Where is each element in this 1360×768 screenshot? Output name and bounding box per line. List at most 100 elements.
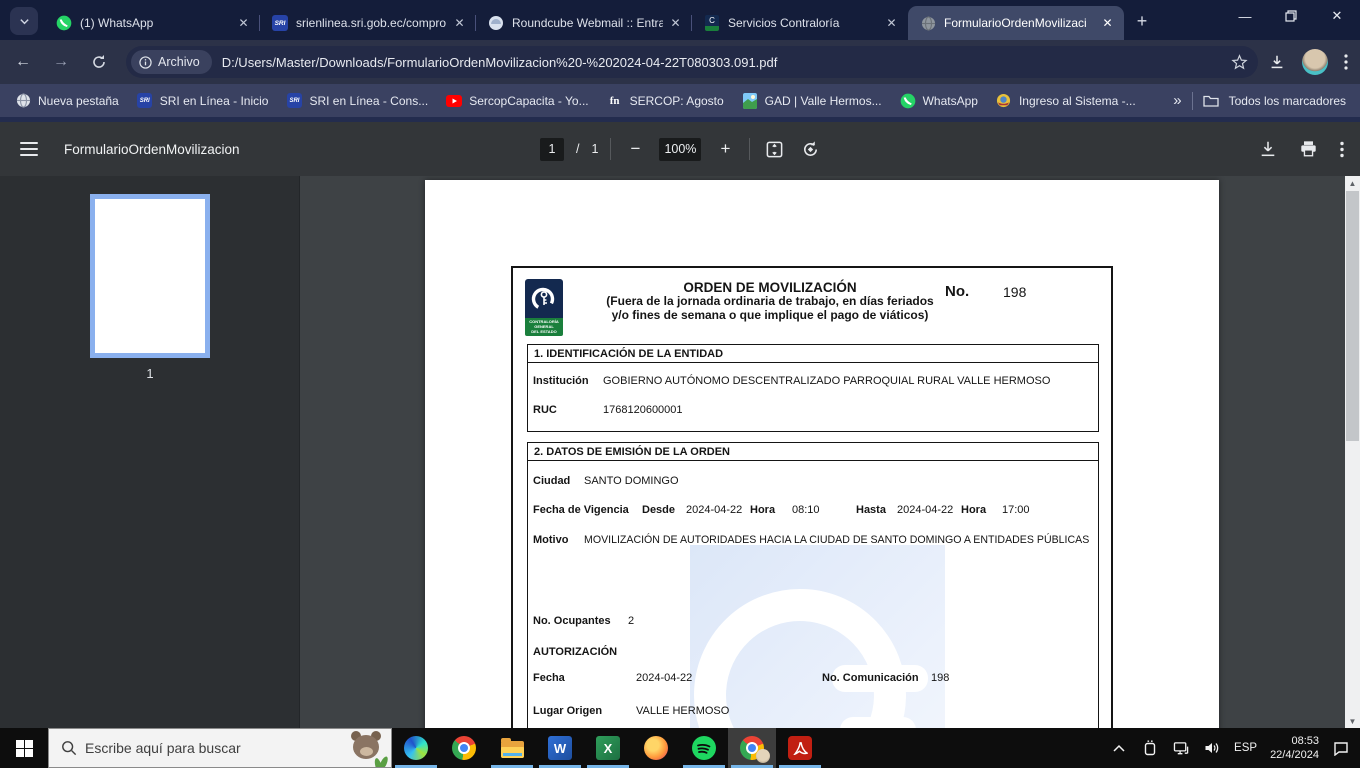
taskbar-search[interactable] bbox=[48, 728, 392, 768]
taskbar-acrobat[interactable] bbox=[776, 728, 824, 768]
bookmark-sri-consultas[interactable]: SRI SRI en Línea - Cons... bbox=[277, 89, 437, 113]
new-tab-button[interactable]: + bbox=[1128, 7, 1156, 35]
scrollbar-thumb[interactable] bbox=[1346, 191, 1359, 441]
pdf-more-icon[interactable] bbox=[1340, 141, 1344, 158]
tab-label: (1) WhatsApp bbox=[80, 16, 154, 30]
downloads-icon[interactable] bbox=[1268, 53, 1286, 71]
tab-close-icon[interactable]: ✕ bbox=[451, 15, 468, 32]
tab-whatsapp[interactable]: (1) WhatsApp ✕ bbox=[44, 6, 260, 40]
file-scheme-chip[interactable]: Archivo bbox=[131, 50, 212, 74]
taskbar-edge[interactable] bbox=[392, 728, 440, 768]
pdf-print-icon[interactable] bbox=[1299, 140, 1318, 158]
pdf-page: CONTRALORÍA GENERAL DEL ESTADO ORDEN DE … bbox=[425, 180, 1219, 728]
bookmark-whatsapp[interactable]: WhatsApp bbox=[891, 89, 987, 113]
vigencia-label: Fecha de Vigencia bbox=[533, 504, 629, 516]
scroll-down-arrow[interactable]: ▼ bbox=[1345, 714, 1360, 728]
ciudad-value: SANTO DOMINGO bbox=[584, 475, 679, 487]
taskbar-file-explorer[interactable] bbox=[488, 728, 536, 768]
bookmark-label: SercopCapacita - Yo... bbox=[469, 93, 589, 108]
forward-button[interactable]: → bbox=[46, 47, 76, 77]
taskbar-firefox[interactable] bbox=[632, 728, 680, 768]
windows-taskbar: W X bbox=[0, 728, 1360, 768]
form-number-label: No. bbox=[945, 283, 970, 300]
bookmark-nueva-pestana[interactable]: Nueva pestaña bbox=[6, 89, 128, 113]
ruc-label: RUC bbox=[533, 404, 557, 416]
pdf-right-controls bbox=[1259, 122, 1344, 176]
tab-formulario-active[interactable]: FormularioOrdenMovilizaci ✕ bbox=[908, 6, 1124, 40]
back-button[interactable]: ← bbox=[8, 47, 38, 77]
tab-search-button[interactable] bbox=[10, 7, 38, 35]
pdf-center-controls: 1 / 1 − 100% + bbox=[540, 122, 822, 176]
hora1-value: 08:10 bbox=[792, 504, 820, 516]
tab-close-icon[interactable]: ✕ bbox=[235, 15, 252, 32]
tab-close-icon[interactable]: ✕ bbox=[667, 15, 684, 32]
bookmarks-bar: Nueva pestaña SRI SRI en Línea - Inicio … bbox=[0, 84, 1360, 117]
tab-close-icon[interactable]: ✕ bbox=[883, 15, 900, 32]
start-button[interactable] bbox=[0, 728, 48, 768]
pdf-menu-icon[interactable] bbox=[20, 142, 38, 156]
taskbar-apps: W X bbox=[392, 728, 824, 768]
tray-date: 22/4/2024 bbox=[1270, 749, 1319, 761]
tab-roundcube[interactable]: Roundcube Webmail :: Entra ✕ bbox=[476, 6, 692, 40]
roundcube-icon bbox=[488, 15, 504, 31]
tray-device-icon[interactable] bbox=[1141, 739, 1159, 757]
hora2-value: 17:00 bbox=[1002, 504, 1030, 516]
notification-center-icon[interactable] bbox=[1332, 739, 1350, 757]
minimize-button[interactable]: — bbox=[1222, 0, 1268, 32]
taskbar-chrome-active[interactable] bbox=[728, 728, 776, 768]
reload-button[interactable] bbox=[84, 47, 114, 77]
close-window-button[interactable]: ✕ bbox=[1314, 0, 1360, 32]
omnibox[interactable]: Archivo D:/Users/Master/Downloads/Formul… bbox=[126, 46, 1258, 78]
origen-value: VALLE HERMOSO bbox=[636, 705, 730, 717]
page-thumbnail[interactable] bbox=[90, 194, 210, 358]
zoom-out-button[interactable]: − bbox=[623, 137, 647, 161]
tray-chevron-up-icon[interactable] bbox=[1110, 739, 1128, 757]
bookmark-sercop-agosto[interactable]: fn SERCOP: Agosto bbox=[598, 89, 733, 113]
rotate-button[interactable] bbox=[798, 137, 822, 161]
screen: (1) WhatsApp ✕ SRI srienlinea.sri.gob.ec… bbox=[0, 0, 1360, 768]
bookmarks-overflow-button[interactable]: » bbox=[1173, 92, 1181, 109]
scroll-up-arrow[interactable]: ▲ bbox=[1345, 176, 1360, 190]
restore-icon bbox=[1285, 10, 1297, 22]
hora1-label: Hora bbox=[750, 504, 776, 516]
tab-close-icon[interactable]: ✕ bbox=[1099, 15, 1116, 32]
tray-clock[interactable]: 08:53 22/4/2024 bbox=[1270, 734, 1319, 762]
zoom-level-input[interactable]: 100% bbox=[659, 137, 702, 161]
bookmark-gad-valle-hermoso[interactable]: GAD | Valle Hermos... bbox=[733, 89, 891, 113]
tab-label: FormularioOrdenMovilizaci bbox=[944, 16, 1087, 30]
hora2-label: Hora bbox=[961, 504, 987, 516]
search-daily-animal-image[interactable] bbox=[345, 729, 391, 767]
whatsapp-icon bbox=[56, 15, 72, 31]
search-input[interactable] bbox=[85, 740, 295, 756]
page-number-input[interactable]: 1 bbox=[540, 137, 564, 161]
tray-network-icon[interactable] bbox=[1172, 739, 1190, 757]
ruc-value: 1768120600001 bbox=[603, 404, 683, 416]
pdf-page-container: CONTRALORÍA GENERAL DEL ESTADO ORDEN DE … bbox=[301, 176, 1345, 728]
bookmark-star-icon[interactable] bbox=[1231, 53, 1248, 71]
word-icon: W bbox=[548, 736, 572, 760]
all-bookmarks-button[interactable]: Todos los marcadores bbox=[1229, 94, 1346, 108]
vertical-scrollbar[interactable]: ▲ ▼ bbox=[1345, 176, 1360, 728]
taskbar-spotify[interactable] bbox=[680, 728, 728, 768]
fit-page-button[interactable] bbox=[762, 137, 786, 161]
browser-menu-icon[interactable] bbox=[1344, 54, 1348, 70]
section2-title: 2. DATOS DE EMISIÓN DE LA ORDEN bbox=[528, 443, 1098, 461]
bookmark-label: SERCOP: Agosto bbox=[629, 93, 724, 108]
taskbar-excel[interactable]: X bbox=[584, 728, 632, 768]
tray-language[interactable]: ESP bbox=[1234, 742, 1257, 754]
bookmark-sri-inicio[interactable]: SRI SRI en Línea - Inicio bbox=[128, 89, 278, 113]
maximize-button[interactable] bbox=[1268, 0, 1314, 32]
profile-avatar[interactable] bbox=[1302, 49, 1328, 75]
tab-sri[interactable]: SRI srienlinea.sri.gob.ec/compro ✕ bbox=[260, 6, 476, 40]
taskbar-word[interactable]: W bbox=[536, 728, 584, 768]
taskbar-chrome[interactable] bbox=[440, 728, 488, 768]
zoom-in-button[interactable]: + bbox=[713, 137, 737, 161]
motivo-label: Motivo bbox=[533, 534, 569, 546]
excel-icon: X bbox=[596, 736, 620, 760]
bookmark-ingreso-sistema[interactable]: Ingreso al Sistema -... bbox=[987, 89, 1145, 113]
pdf-download-icon[interactable] bbox=[1259, 140, 1277, 158]
tray-volume-icon[interactable] bbox=[1203, 739, 1221, 757]
bookmark-sercopcapacita[interactable]: SercopCapacita - Yo... bbox=[437, 89, 597, 113]
tab-contraloria[interactable]: C Servicios Contraloría ✕ bbox=[692, 6, 908, 40]
institucion-label: Institución bbox=[533, 375, 589, 387]
